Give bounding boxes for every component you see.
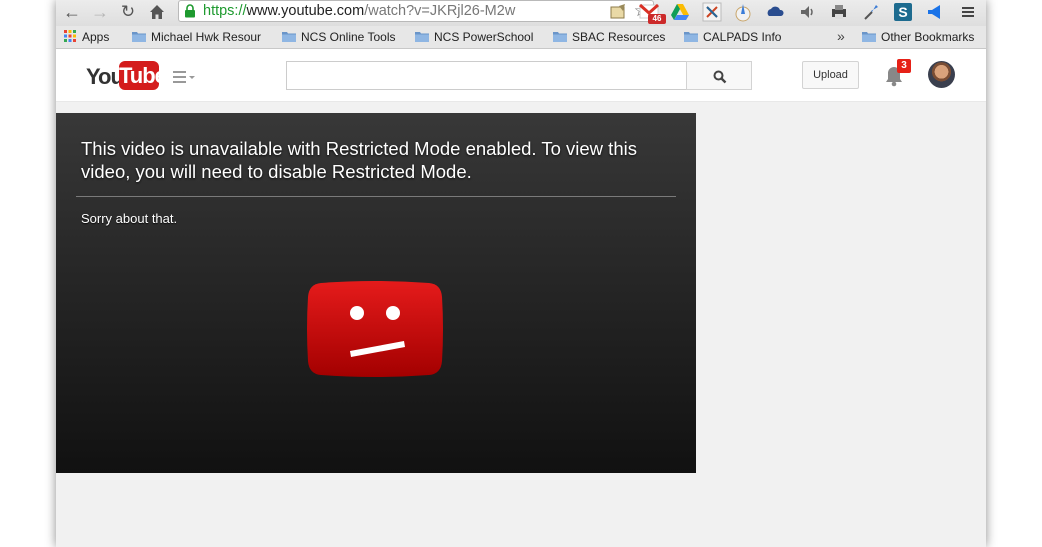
youtube-masthead: You Tube Upload 3 [56, 49, 986, 102]
scissors-extension-icon[interactable] [702, 2, 722, 22]
bookmark-sbac-resources[interactable]: SBAC Resources [553, 29, 665, 45]
folder-icon [282, 32, 296, 42]
error-divider [76, 196, 676, 197]
printer-extension-icon[interactable] [829, 2, 849, 22]
bookmarks-overflow-chevron[interactable]: » [837, 28, 845, 44]
megaphone-extension-icon[interactable] [925, 2, 945, 22]
s-extension-icon[interactable]: S [893, 2, 913, 22]
folder-icon [862, 32, 876, 42]
bookmark-ncs-online-tools[interactable]: NCS Online Tools [282, 29, 396, 45]
search-icon [713, 70, 727, 84]
note-extension-icon[interactable] [608, 2, 628, 22]
browser-toolbar: ← → ↻ https://www.youtube.com/watch?v=JK… [56, 0, 986, 26]
bookmark-calpads-info[interactable]: CALPADS Info [684, 29, 781, 45]
drive-icon[interactable] [670, 2, 690, 22]
url-text: https://www.youtube.com/watch?v=JKRjl26-… [203, 3, 516, 19]
folder-icon [553, 32, 567, 42]
upload-button[interactable]: Upload [802, 61, 859, 89]
search-button[interactable] [686, 61, 752, 90]
bookmarks-bar: Apps Michael Hwk Resour NCS Online Tools… [56, 26, 986, 49]
cloud-extension-icon[interactable] [765, 2, 785, 22]
lock-icon [185, 4, 195, 18]
restricted-mode-error-title: This video is unavailable with Restricte… [81, 138, 637, 182]
eyedropper-extension-icon[interactable] [861, 2, 881, 22]
bookmark-apps[interactable]: Apps [64, 29, 109, 45]
notification-count-badge: 3 [897, 59, 911, 73]
error-subtitle: Sorry about that. [81, 211, 178, 226]
folder-icon [415, 32, 429, 42]
apps-grid-icon [64, 30, 76, 42]
bookmark-ncs-powerschool[interactable]: NCS PowerSchool [415, 29, 533, 45]
folder-icon [132, 32, 146, 42]
sad-play-button-icon [307, 281, 443, 377]
address-bar[interactable]: https://www.youtube.com/watch?v=JKRjl26-… [178, 0, 654, 22]
forward-arrow-icon[interactable]: → [90, 2, 110, 22]
avatar[interactable] [928, 61, 955, 88]
back-arrow-icon[interactable]: ← [62, 2, 82, 22]
home-icon[interactable] [147, 2, 167, 22]
speaker-extension-icon[interactable] [797, 2, 817, 22]
folder-icon [684, 32, 698, 42]
menu-icon[interactable] [958, 2, 978, 22]
reload-icon[interactable]: ↻ [118, 2, 138, 22]
extension-figure-icon[interactable] [733, 2, 753, 22]
browser-window: ← → ↻ https://www.youtube.com/watch?v=JK… [56, 0, 986, 547]
search-input[interactable] [286, 61, 687, 90]
gmail-unread-badge: 46 [648, 14, 666, 24]
bookmark-michael-hwk-resources[interactable]: Michael Hwk Resour [132, 29, 266, 45]
svg-text:S: S [898, 4, 907, 20]
bookmark-other-bookmarks[interactable]: Other Bookmarks [862, 29, 974, 45]
video-player[interactable]: This video is unavailable with Restricte… [56, 113, 696, 473]
guide-menu-icon[interactable] [173, 69, 197, 85]
